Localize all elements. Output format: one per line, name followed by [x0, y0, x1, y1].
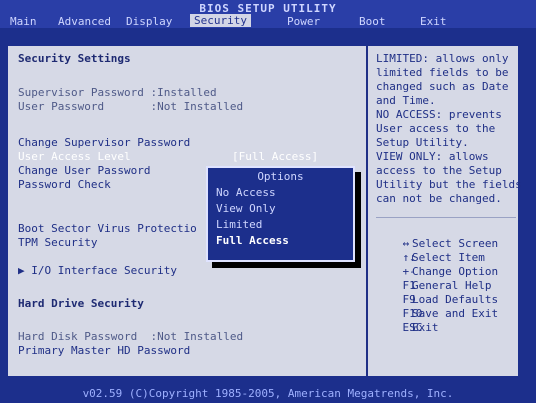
help-line-11: can not be changed.	[376, 192, 502, 205]
menu-boot[interactable]: Boot	[359, 15, 386, 28]
panel-divider	[366, 46, 368, 376]
option-view-only[interactable]: View Only	[216, 202, 276, 215]
section-title: Security Settings	[18, 52, 131, 65]
help-line-1: LIMITED: allows only	[376, 52, 509, 65]
help-line-5: NO ACCESS: prevents	[376, 108, 502, 121]
menu-display[interactable]: Display	[126, 15, 172, 28]
copyright-text: v02.59 (C)Copyright 1985-2005, American …	[82, 387, 454, 400]
change-user-password[interactable]: Change User Password	[18, 164, 150, 177]
key-desc: Save and Exit	[412, 307, 499, 320]
key-desc: Select Item	[412, 251, 485, 264]
change-supervisor-password[interactable]: Change Supervisor Password	[18, 136, 190, 149]
menu-security[interactable]: Security	[190, 14, 251, 27]
key-desc: Change Option	[412, 265, 499, 278]
bios-menu: Main Advanced Display Security Power Boo…	[0, 14, 536, 28]
menu-power[interactable]: Power	[287, 15, 320, 28]
password-check[interactable]: Password Check	[18, 178, 111, 191]
menu-advanced[interactable]: Advanced	[58, 15, 111, 28]
help-line-4: and Time.	[376, 94, 436, 107]
user-password-status: User Password :Not Installed	[18, 100, 244, 113]
key-desc: Select Screen	[412, 237, 499, 250]
bios-footer: v02.59 (C)Copyright 1985-2005, American …	[0, 383, 536, 403]
bios-title: BIOS SETUP UTILITY	[199, 2, 337, 15]
help-line-6: User access to the	[376, 122, 496, 135]
options-title: Options	[257, 170, 304, 183]
key-desc: Exit	[412, 321, 439, 334]
help-line-7: Setup Utility.	[376, 136, 469, 149]
tpm-security[interactable]: TPM Security	[18, 236, 97, 249]
help-divider	[376, 217, 516, 218]
option-full-access[interactable]: Full Access	[216, 234, 289, 247]
option-limited[interactable]: Limited	[216, 218, 262, 231]
option-no-access[interactable]: No Access	[216, 186, 276, 199]
help-line-8: VIEW ONLY: allows	[376, 150, 489, 163]
user-access-level-value[interactable]: [Full Access]	[232, 150, 318, 163]
menu-main[interactable]: Main	[10, 15, 37, 28]
menu-exit[interactable]: Exit	[420, 15, 447, 28]
help-line-10: Utility but the fields	[376, 178, 522, 191]
help-line-3: changed such as Date	[376, 80, 509, 93]
io-interface-security[interactable]: ▶ I/O Interface Security	[18, 264, 177, 277]
help-line-9: access to the Setup	[376, 164, 502, 177]
user-access-level-label[interactable]: User Access Level	[18, 150, 131, 163]
help-line-2: limited fields to be	[376, 66, 509, 79]
key-desc: General Help	[412, 279, 492, 292]
key-desc: Load Defaults	[412, 293, 499, 306]
hard-disk-password-status: Hard Disk Password :Not Installed	[18, 330, 244, 343]
boot-sector-virus-protection[interactable]: Boot Sector Virus Protectio	[18, 222, 197, 235]
bios-topbar: BIOS SETUP UTILITY Main Advanced Display…	[0, 0, 536, 28]
supervisor-password-status: Supervisor Password :Installed	[18, 86, 217, 99]
primary-master-hd-password[interactable]: Primary Master HD Password	[18, 344, 190, 357]
key-help-exit: ESC Exit	[376, 308, 439, 347]
hard-drive-security-heading: Hard Drive Security	[18, 297, 144, 310]
options-popup: Options No Access View Only Limited Full…	[206, 166, 355, 262]
